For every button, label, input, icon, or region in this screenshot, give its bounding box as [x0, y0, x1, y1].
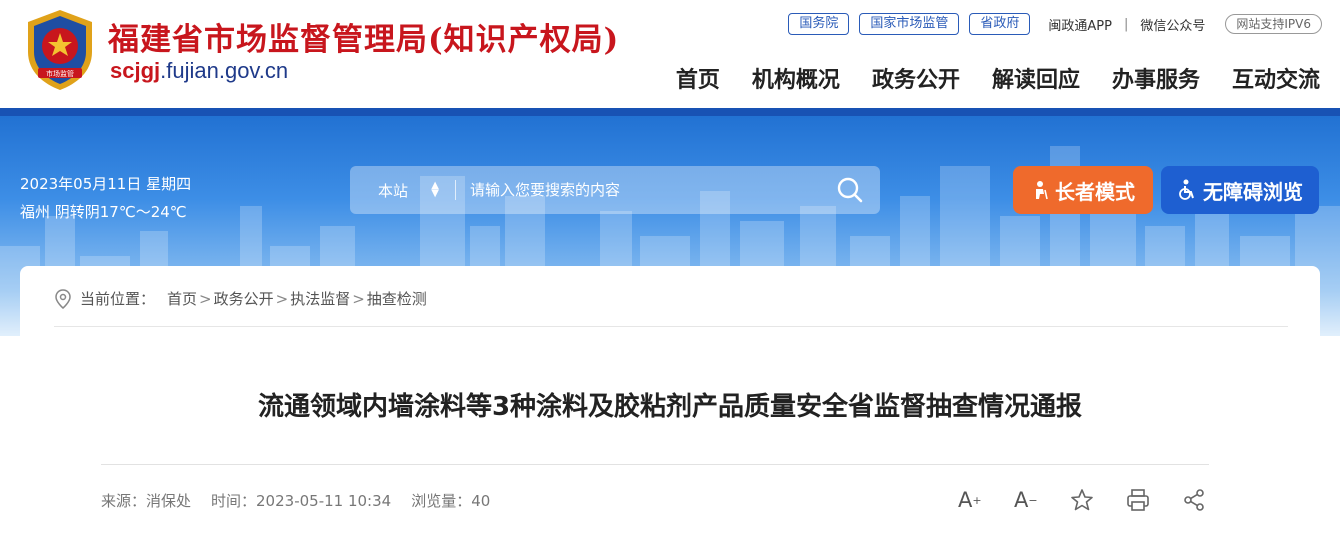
ipv6-badge: 网站支持IPV6 [1225, 14, 1322, 34]
elder-mode-label: 长者模式 [1055, 179, 1135, 204]
link-app[interactable]: 闽政通APP [1048, 15, 1112, 34]
breadcrumb-gov-affairs[interactable]: 政务公开 [214, 288, 274, 309]
domain-highlight: scjgj [110, 58, 161, 83]
font-larger-plus: + [972, 493, 982, 507]
search-scope-label: 本站 [378, 181, 409, 200]
site-name[interactable]: 福建省市场监督管理局(知识产权局) [108, 14, 619, 59]
nav-overview[interactable]: 机构概况 [752, 62, 840, 94]
print-button[interactable] [1126, 486, 1182, 514]
link-provincial-gov[interactable]: 省政府 [969, 13, 1031, 35]
current-date: 2023年05月11日 星期四 [20, 175, 192, 193]
top-links: 国务院 国家市场监管 省政府 闽政通APP | 微信公众号 网站支持IPV6 [778, 13, 1322, 35]
font-smaller-minus: − [1028, 493, 1038, 507]
banner-top-bar [0, 108, 1340, 116]
accessible-browsing-button[interactable]: 无障碍浏览 [1161, 166, 1319, 214]
sort-arrows-icon: ▲ ▼ [431, 180, 439, 199]
elder-mode-button[interactable]: 长者模式 [1013, 166, 1153, 214]
article-tools: A + A − [958, 486, 1238, 514]
search-icon [837, 177, 863, 203]
favorite-button[interactable] [1070, 486, 1126, 514]
breadcrumb-separator: > [199, 289, 212, 308]
market-regulation-emblem-logo[interactable]: 市场监管 [22, 8, 98, 92]
link-state-council[interactable]: 国务院 [788, 13, 850, 35]
article-meta: 来源：消保处 时间：2023-05-11 10:34 浏览量：40 [101, 490, 510, 511]
date-weather: 2023年05月11日 星期四 福州 阴转阴17℃～24℃ [20, 170, 191, 226]
print-icon [1127, 489, 1149, 511]
font-smaller-icon: A [1014, 488, 1029, 512]
nav-gov-affairs[interactable]: 政务公开 [872, 62, 960, 94]
font-larger-button[interactable]: A + [958, 486, 1014, 514]
breadcrumb-label: 当前位置： [80, 290, 156, 308]
location-icon [55, 288, 71, 309]
article-card: 当前位置： 首页 > 政务公开 > 执法监督 > 抽查检测 流通领域内墙涂料等3… [20, 266, 1320, 536]
elder-icon [1036, 181, 1048, 200]
search-scope-select[interactable]: 本站 ▲ ▼ [350, 180, 456, 200]
search-button[interactable] [820, 166, 880, 214]
breadcrumb-separator: > [275, 289, 289, 308]
weather-info: 福州 阴转阴17℃～24℃ [20, 203, 187, 221]
wheelchair-icon [1179, 179, 1194, 200]
font-smaller-button[interactable]: A − [1014, 486, 1070, 514]
link-wechat[interactable]: 微信公众号 [1140, 15, 1205, 34]
nav-home[interactable]: 首页 [676, 62, 720, 94]
breadcrumb-inspection[interactable]: 抽查检测 [367, 288, 427, 309]
share-icon [1184, 489, 1204, 511]
domain-rest: .fujian.gov.cn [160, 58, 289, 83]
article-title: 流通领域内墙涂料等3种涂料及胶粘剂产品质量安全省监督抽查情况通报 [257, 392, 1083, 422]
main-nav: 首页 机构概况 政务公开 解读回应 办事服务 互动交流 [644, 62, 1320, 94]
nav-interaction[interactable]: 互动交流 [1232, 62, 1320, 94]
share-button[interactable] [1182, 486, 1238, 514]
breadcrumb-divider [54, 326, 1288, 327]
title-divider [101, 464, 1209, 465]
breadcrumb: 当前位置： 首页 > 政务公开 > 执法监督 > 抽查检测 [54, 288, 427, 309]
article-views: 浏览量：40 [411, 492, 491, 510]
article-time: 时间：2023-05-11 10:34 [211, 492, 392, 510]
site-header: 市场监管 福建省市场监督管理局(知识产权局) scjgj.fujian.gov.… [0, 0, 1340, 110]
star-icon [1071, 489, 1093, 511]
font-larger-icon: A [958, 488, 973, 512]
nav-services[interactable]: 办事服务 [1112, 62, 1200, 94]
top-links-separator: | [1123, 16, 1129, 32]
emblem-text: 市场监管 [46, 69, 74, 78]
link-samr[interactable]: 国家市场监管 [859, 13, 960, 35]
search-input[interactable] [456, 181, 820, 199]
accessible-label: 无障碍浏览 [1203, 179, 1303, 204]
breadcrumb-enforcement[interactable]: 执法监督 [290, 288, 350, 309]
search-bar: 本站 ▲ ▼ [350, 166, 880, 214]
breadcrumb-home[interactable]: 首页 [167, 288, 197, 309]
article-source: 来源：消保处 [101, 492, 192, 510]
site-domain[interactable]: scjgj.fujian.gov.cn [110, 58, 288, 84]
nav-interpretation[interactable]: 解读回应 [992, 62, 1080, 94]
breadcrumb-separator: > [352, 289, 365, 308]
